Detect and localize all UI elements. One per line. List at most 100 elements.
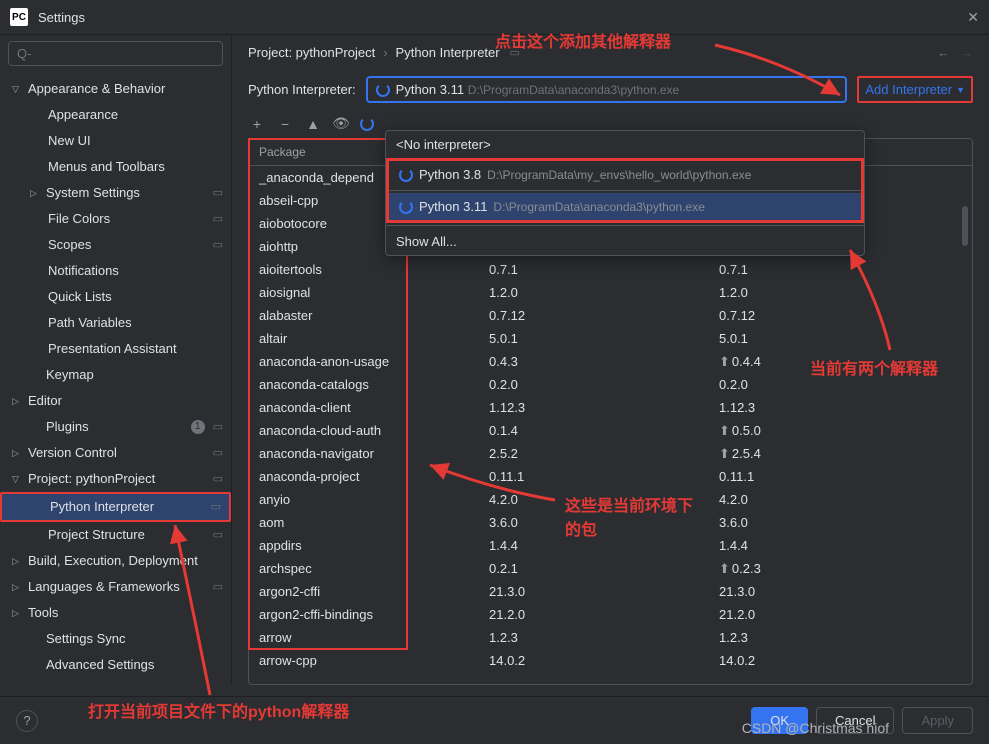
info-icon: 1 [191, 420, 205, 434]
sidebar-item[interactable]: New UI [0, 128, 231, 154]
scrollbar[interactable] [962, 206, 970, 674]
sidebar-item-label: New UI [48, 131, 223, 151]
pkg-name: aioitertools [259, 260, 489, 279]
help-button[interactable]: ? [16, 710, 38, 732]
search-input[interactable] [8, 41, 223, 66]
sidebar-item-label: Notifications [48, 261, 223, 281]
sidebar-item[interactable]: Advanced Settings [0, 652, 231, 678]
pkg-latest: 0.7.12 [719, 306, 962, 325]
sidebar-item[interactable]: Plugins1▭ [0, 414, 231, 440]
table-row[interactable]: anaconda-project0.11.10.11.1 [249, 465, 972, 488]
apply-button[interactable]: Apply [902, 707, 973, 734]
chevron-down-icon: ▼ [828, 85, 837, 95]
table-row[interactable]: argon2-cffi-bindings21.2.021.2.0 [249, 603, 972, 626]
sidebar-item[interactable]: Path Variables [0, 310, 231, 336]
add-interpreter-button[interactable]: Add Interpreter ▼ [857, 76, 973, 103]
table-row[interactable]: anaconda-catalogs0.2.00.2.0 [249, 373, 972, 396]
sidebar-item-label: Path Variables [48, 313, 223, 333]
separator [389, 190, 861, 191]
pkg-version: 1.12.3 [489, 398, 719, 417]
upgrade-package-icon[interactable]: ▲ [304, 116, 322, 132]
pkg-version: 1.4.4 [489, 536, 719, 555]
interpreter-row: Python Interpreter: Python 3.11 D:\Progr… [232, 70, 989, 109]
sidebar-item[interactable]: Appearance [0, 102, 231, 128]
remove-package-icon[interactable]: − [276, 116, 294, 132]
table-row[interactable]: aioitertools0.7.10.7.1 [249, 258, 972, 281]
pkg-name: argon2-cffi [259, 582, 489, 601]
sidebar-item[interactable]: Scopes▭ [0, 232, 231, 258]
sidebar-item[interactable]: Project Structure▭ [0, 522, 231, 548]
table-row[interactable]: anaconda-navigator2.5.2⬆2.5.4 [249, 442, 972, 465]
annotation-box: Python 3.8 D:\ProgramData\my_envs\hello_… [386, 158, 864, 223]
sidebar-item[interactable]: ▷Build, Execution, Deployment [0, 548, 231, 574]
sidebar-item[interactable]: ▷Editor [0, 388, 231, 414]
pkg-name: altair [259, 329, 489, 348]
window-title: Settings [38, 10, 967, 25]
sidebar-item[interactable]: Notifications [0, 258, 231, 284]
sidebar-item[interactable]: File Colors▭ [0, 206, 231, 232]
table-row[interactable]: aiosignal1.2.01.2.0 [249, 281, 972, 304]
table-row[interactable]: alabaster0.7.120.7.12 [249, 304, 972, 327]
table-row[interactable]: arrow1.2.31.2.3 [249, 626, 972, 649]
sidebar-item[interactable]: Menus and Toolbars [0, 154, 231, 180]
sidebar-item[interactable]: Python Interpreter▭ [2, 494, 229, 520]
cancel-button[interactable]: Cancel [816, 707, 894, 734]
sidebar-item[interactable]: ▷Languages & Frameworks▭ [0, 574, 231, 600]
sidebar-item-label: Scopes [48, 235, 209, 255]
combo-text: Python 3.11 D:\ProgramData\anaconda3\pyt… [396, 82, 823, 97]
table-row[interactable]: anaconda-anon-usage0.4.3⬆0.4.4 [249, 350, 972, 373]
dd-no-interpreter[interactable]: <No interpreter> [386, 131, 864, 158]
sidebar-item[interactable]: Presentation Assistant [0, 336, 231, 362]
add-package-icon[interactable]: + [248, 116, 266, 132]
pkg-latest: ⬆0.5.0 [719, 421, 962, 440]
pkg-name: anaconda-project [259, 467, 489, 486]
table-row[interactable]: altair5.0.15.0.1 [249, 327, 972, 350]
search-wrap [0, 35, 231, 72]
breadcrumb-page: Python Interpreter [396, 45, 500, 60]
close-icon[interactable]: ✕ [967, 9, 979, 26]
dd-interpreter-item[interactable]: Python 3.11 D:\ProgramData\anaconda3\pyt… [389, 193, 861, 220]
chevron-icon: ▷ [12, 577, 24, 597]
loading-spinner-icon [399, 200, 413, 214]
interpreter-combo[interactable]: Python 3.11 D:\ProgramData\anaconda3\pyt… [366, 76, 848, 103]
nav-back-icon[interactable]: ← [937, 45, 950, 60]
sidebar-item[interactable]: ▽Project: pythonProject▭ [0, 466, 231, 492]
sidebar-item[interactable]: ▷System Settings▭ [0, 180, 231, 206]
table-row[interactable]: anaconda-client1.12.31.12.3 [249, 396, 972, 419]
sidebar-item[interactable]: Quick Lists [0, 284, 231, 310]
table-row[interactable]: aom3.6.03.6.0 [249, 511, 972, 534]
table-row[interactable]: argon2-cffi21.3.021.3.0 [249, 580, 972, 603]
sidebar-item[interactable]: ▷Tools [0, 600, 231, 626]
dd-interpreter-item[interactable]: Python 3.8 D:\ProgramData\my_envs\hello_… [389, 161, 861, 188]
table-row[interactable]: arrow-cpp14.0.214.0.2 [249, 649, 972, 672]
pkg-version: 0.11.1 [489, 467, 719, 486]
eye-icon[interactable]: 👁 [332, 115, 350, 132]
pkg-version: 5.0.1 [489, 329, 719, 348]
pkg-version: 0.2.1 [489, 559, 719, 578]
sidebar-item[interactable]: ▽Appearance & Behavior [0, 76, 231, 102]
project-badge-icon: ▭ [213, 469, 223, 489]
table-row[interactable]: anaconda-cloud-auth0.1.4⬆0.5.0 [249, 419, 972, 442]
table-row[interactable]: appdirs1.4.41.4.4 [249, 534, 972, 557]
sidebar-item[interactable]: ▷Version Control▭ [0, 440, 231, 466]
loading-spinner-icon [376, 83, 390, 97]
chevron-icon: ▷ [12, 551, 24, 571]
titlebar: PC Settings ✕ [0, 0, 989, 35]
sidebar-item[interactable]: Keymap [0, 362, 231, 388]
dd-show-all[interactable]: Show All... [386, 228, 864, 255]
pkg-version: 4.2.0 [489, 490, 719, 509]
table-row[interactable]: archspec0.2.1⬆0.2.3 [249, 557, 972, 580]
sidebar-item-label: Advanced Settings [46, 655, 223, 675]
ok-button[interactable]: OK [751, 707, 808, 734]
sidebar-item-label: Project Structure [48, 525, 209, 545]
loading-spinner-icon [360, 117, 374, 131]
interpreter-dropdown: <No interpreter> Python 3.8 D:\ProgramDa… [385, 130, 865, 256]
table-row[interactable]: anyio4.2.04.2.0 [249, 488, 972, 511]
nav-fwd-icon[interactable]: → [960, 45, 973, 60]
project-badge-icon: ▭ [213, 525, 223, 545]
pkg-version: 21.2.0 [489, 605, 719, 624]
pkg-name: alabaster [259, 306, 489, 325]
pkg-version: 0.2.0 [489, 375, 719, 394]
sidebar-item[interactable]: Settings Sync [0, 626, 231, 652]
pkg-name: anaconda-catalogs [259, 375, 489, 394]
